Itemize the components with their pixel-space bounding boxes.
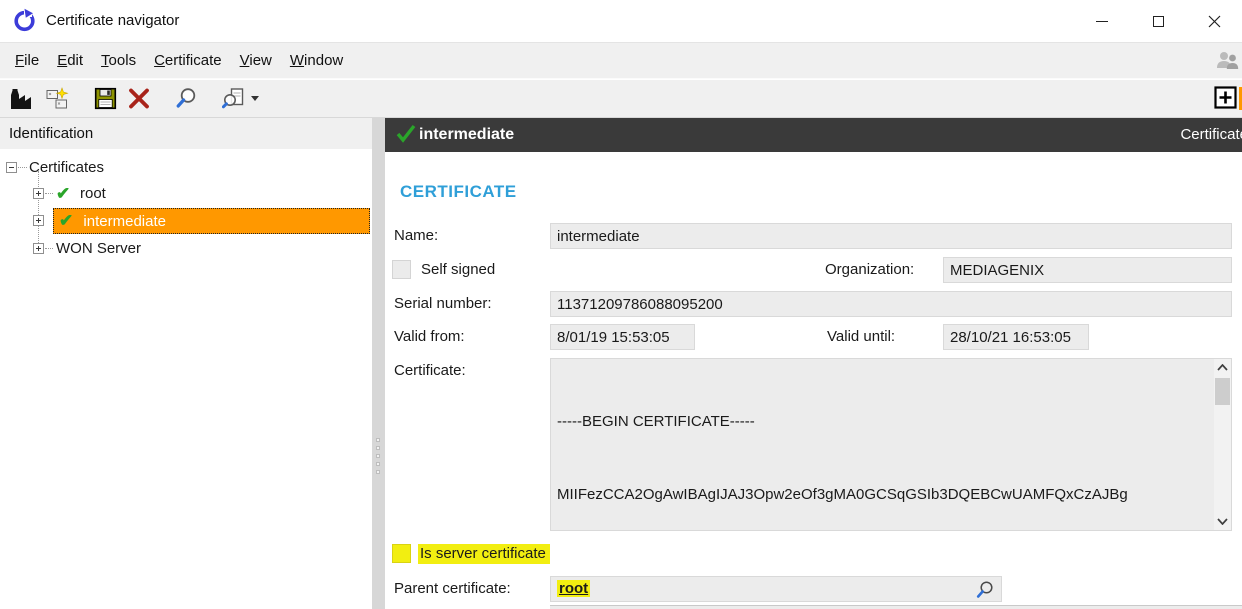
tree-node-root[interactable]: ✔ root: [0, 181, 372, 207]
search-icon: [175, 87, 198, 110]
window-controls: [1074, 0, 1242, 42]
valid-until-input[interactable]: [943, 324, 1089, 350]
valid-until-label: Valid until:: [827, 324, 895, 350]
tree-node-certificates[interactable]: Certificates: [0, 155, 372, 181]
delete-button[interactable]: [127, 84, 151, 114]
chevron-up-icon: [1217, 364, 1228, 371]
detail-header: intermediate Certificate: [385, 118, 1242, 152]
certificate-label: Certificate:: [394, 358, 466, 384]
search-button[interactable]: [175, 84, 198, 114]
next-field-edge: [550, 605, 1242, 609]
is-server-checkbox[interactable]: [392, 544, 411, 563]
group-people-icon: [1214, 49, 1240, 73]
close-button[interactable]: [1186, 0, 1242, 42]
search-document-icon: [222, 87, 245, 110]
selected-row-highlight[interactable]: ✔ intermediate: [53, 208, 370, 234]
splitter-grip-dot: [376, 438, 380, 442]
add-panel-button[interactable]: [1214, 86, 1237, 114]
splitter-grip-dot: [376, 462, 380, 466]
green-check-icon: ✔: [56, 181, 70, 207]
tree-node-label: Certificates: [29, 155, 104, 181]
chevron-down-icon: [1217, 518, 1228, 525]
tree-node-label: WON Server: [56, 236, 141, 262]
tree-node-label: root: [80, 181, 106, 207]
menu-item-edit[interactable]: Edit: [52, 43, 88, 78]
name-label: Name:: [394, 223, 438, 249]
toolbar-button-factory[interactable]: [10, 84, 36, 114]
name-input[interactable]: [550, 223, 1232, 249]
tree-connector-stub: [45, 248, 53, 249]
detail-header-right-label: Certificate: [1180, 118, 1242, 152]
scrollbar-thumb[interactable]: [1215, 378, 1230, 405]
collapse-box-icon[interactable]: [6, 162, 17, 173]
section-title: CERTIFICATE: [400, 182, 517, 202]
panel-splitter[interactable]: [372, 118, 385, 609]
window-title: Certificate navigator: [46, 0, 179, 42]
valid-from-label: Valid from:: [394, 324, 465, 350]
parent-certificate-link[interactable]: root: [557, 580, 590, 597]
menubar: File Edit Tools Certificate View Window: [0, 42, 1242, 79]
parent-certificate-label: Parent certificate:: [394, 576, 511, 602]
scroll-up-button[interactable]: [1214, 359, 1231, 376]
organization-label: Organization:: [825, 257, 914, 283]
menu-item-file[interactable]: File: [10, 43, 44, 78]
tree-connector-stub: [45, 193, 53, 194]
expand-box-icon[interactable]: [33, 243, 44, 254]
is-server-label: Is server certificate: [418, 541, 550, 567]
scroll-down-button[interactable]: [1214, 513, 1231, 530]
parent-lookup-button[interactable]: [975, 580, 995, 600]
panel-header-identification: Identification: [0, 118, 372, 149]
close-icon: [1208, 15, 1221, 28]
menu-item-tools[interactable]: Tools: [96, 43, 141, 78]
tree-node-won-server[interactable]: WON Server: [0, 236, 372, 262]
green-check-icon: ✔: [59, 211, 73, 230]
expand-box-icon[interactable]: [33, 188, 44, 199]
serial-number-input[interactable]: [550, 291, 1232, 317]
detail-title: intermediate: [419, 118, 514, 152]
factory-icon: [10, 87, 36, 110]
self-signed-label: Self signed: [421, 257, 495, 283]
menu-item-certificate[interactable]: Certificate: [149, 43, 227, 78]
serial-number-label: Serial number:: [394, 291, 492, 317]
splitter-grip-dot: [376, 446, 380, 450]
toolbar: [0, 80, 1242, 118]
menu-item-view[interactable]: View: [235, 43, 277, 78]
save-button[interactable]: [94, 84, 117, 114]
vertical-scrollbar[interactable]: [1214, 359, 1231, 530]
certificate-line: MIIFezCCA2OgAwIBAgIJAJ3Opw2eOf3gMA0GCSqG…: [557, 483, 1211, 507]
menu-item-window[interactable]: Window: [285, 43, 348, 78]
certificate-text: -----BEGIN CERTIFICATE----- MIIFezCCA2Og…: [557, 362, 1211, 531]
minimize-button[interactable]: [1074, 0, 1130, 42]
valid-from-input[interactable]: [550, 324, 695, 350]
certificate-textarea[interactable]: -----BEGIN CERTIFICATE----- MIIFezCCA2Og…: [550, 358, 1232, 531]
certificate-line: -----BEGIN CERTIFICATE-----: [557, 410, 1211, 434]
tree-node-label: intermediate: [83, 213, 166, 230]
splitter-grip-dot: [376, 454, 380, 458]
maximize-button[interactable]: [1130, 0, 1186, 42]
tree-connector-stub: [18, 167, 27, 168]
organization-input[interactable]: [943, 257, 1232, 283]
minimize-icon: [1096, 21, 1108, 22]
plus-box-icon: [1214, 86, 1237, 109]
green-check-icon: [395, 122, 417, 149]
app-logo-icon: [12, 8, 37, 33]
app-window: Certificate navigator File Edit Tools Ce…: [0, 0, 1242, 609]
splitter-grip-dot: [376, 470, 380, 474]
delete-x-icon: [127, 87, 151, 110]
certificate-tree: Certificates ✔ root ✔ intermediate WON S…: [0, 149, 372, 609]
magnifier-icon: [975, 580, 995, 600]
maximize-icon: [1153, 16, 1164, 27]
toolbar-button-new[interactable]: [46, 84, 70, 114]
self-signed-checkbox[interactable]: [392, 260, 411, 279]
chevron-down-icon: [251, 96, 259, 101]
tree-node-intermediate[interactable]: ✔ intermediate: [0, 208, 372, 234]
search-options-button[interactable]: [222, 84, 259, 114]
expand-box-icon[interactable]: [33, 215, 44, 226]
new-item-icon: [46, 87, 70, 110]
save-floppy-icon: [94, 87, 117, 110]
parent-certificate-field[interactable]: root: [550, 576, 1002, 602]
titlebar: Certificate navigator: [0, 0, 1242, 42]
